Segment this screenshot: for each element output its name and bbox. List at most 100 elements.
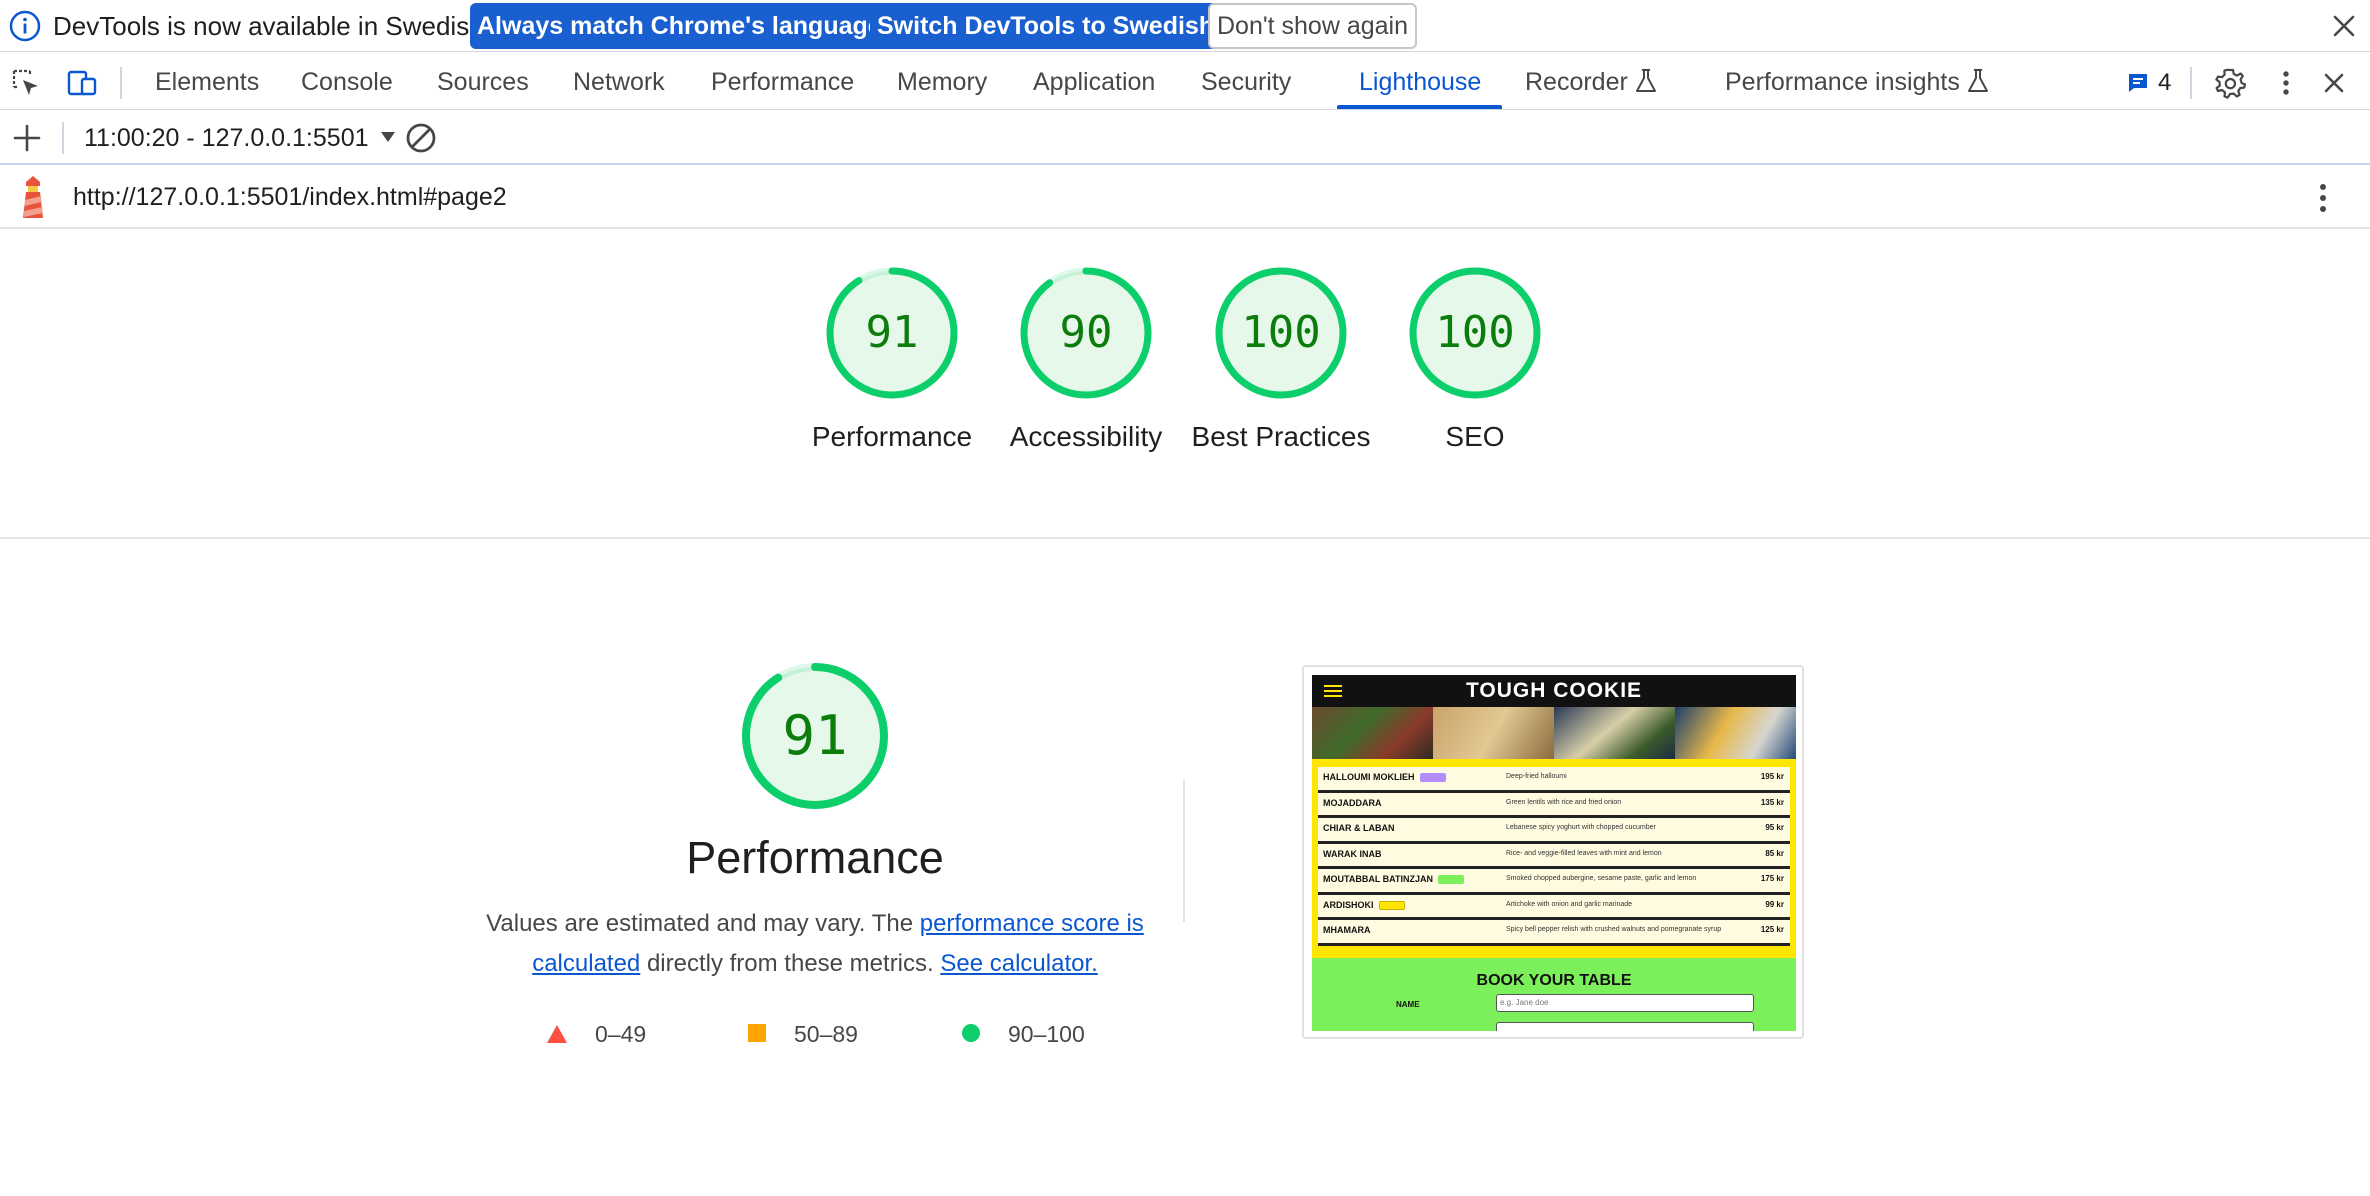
dont-show-again-button[interactable]: Don't show again	[1208, 3, 1418, 49]
close-devtools-icon[interactable]	[2318, 67, 2350, 99]
gauge-score: 90	[1059, 307, 1113, 358]
tab-application[interactable]: Application	[1033, 68, 1155, 97]
section-divider	[0, 537, 2370, 539]
menu-row: WARAK INAB Rice- and veggie-filled leaves…	[1318, 843, 1790, 869]
pass-circle-icon	[962, 1024, 980, 1042]
toolbar-divider	[120, 67, 122, 99]
see-calculator-link[interactable]: See calculator.	[940, 950, 1097, 977]
issues-count: 4	[2158, 69, 2172, 96]
desc-text: directly from these metrics.	[640, 950, 941, 977]
menu-item-price: 175 kr	[1760, 874, 1784, 883]
menu-item-name: ARDISHOKI	[1323, 899, 1374, 910]
report-url: http://127.0.0.1:5501/index.html#page2	[73, 183, 507, 211]
new-report-plus-icon[interactable]	[12, 123, 42, 153]
gauge-best-practices[interactable]: 100	[1214, 266, 1348, 400]
info-icon	[9, 10, 41, 42]
menu-item-price: 95 kr	[1765, 823, 1784, 832]
menu-item-name: WARAK INAB	[1323, 848, 1382, 859]
menu-item-desc: Smoked chopped aubergine, sesame paste, …	[1506, 875, 1697, 882]
report-menu-icon[interactable]	[2308, 180, 2338, 216]
report-selector[interactable]: 11:00:20 - 127.0.0.1:5501	[84, 124, 397, 153]
menu-tag	[1378, 900, 1405, 910]
issues-message-icon	[2129, 74, 2147, 92]
fail-triangle-icon	[547, 1025, 567, 1043]
settings-gear-icon[interactable]	[2214, 67, 2246, 99]
screenshot-image: TOUGH COOKIE HALLOUMI MOKLIEH Deep-fried …	[1312, 675, 1796, 1031]
gauge-score: 100	[1241, 307, 1321, 358]
site-header: TOUGH COOKIE	[1312, 675, 1796, 707]
desc-text: Values are estimated and may vary. The	[486, 910, 920, 937]
tab-performance-insights-label: Performance insights	[1725, 68, 1960, 96]
experimental-flask-icon	[1967, 69, 1988, 92]
clear-reports-icon[interactable]	[404, 121, 438, 155]
tab-network[interactable]: Network	[573, 68, 665, 97]
menu-item-name: MHAMARA	[1323, 925, 1371, 935]
tab-lighthouse[interactable]: Lighthouse	[1359, 68, 1481, 97]
menu-row: ARDISHOKI Artichoke with onion and garlic…	[1318, 894, 1790, 920]
menu-row: MHAMARA Spicy bell pepper relish with cru…	[1318, 920, 1790, 946]
vertical-divider	[1183, 780, 1185, 922]
menu-item-price: 99 kr	[1765, 899, 1784, 909]
menu-item-desc: Spicy bell pepper relish with crushed wa…	[1506, 926, 1722, 933]
switch-to-swedish-button[interactable]: Switch DevTools to Swedish	[870, 3, 1222, 49]
menu-item-desc: Lebanese spicy yoghurt with chopped cucu…	[1506, 824, 1656, 831]
average-square-icon	[748, 1024, 766, 1042]
name-label: NAME	[1396, 1000, 1420, 1009]
language-infobar: DevTools is now available in Swedish! Al…	[0, 0, 2370, 52]
tab-elements[interactable]: Elements	[155, 68, 259, 97]
tab-memory[interactable]: Memory	[897, 68, 987, 97]
active-tab-indicator	[1337, 105, 1502, 109]
final-screenshot[interactable]: TOUGH COOKIE HALLOUMI MOKLIEH Deep-fried …	[1302, 665, 1804, 1039]
gauge-accessibility[interactable]: 90	[1019, 266, 1153, 400]
food-photo-banner	[1312, 707, 1796, 759]
lighthouse-report-toolbar: 11:00:20 - 127.0.0.1:5501	[0, 111, 2370, 165]
gauge-performance[interactable]: 91	[825, 266, 959, 400]
tab-security[interactable]: Security	[1201, 68, 1291, 97]
menu-item-desc: Deep-fried halloumi	[1506, 773, 1567, 780]
more-options-icon[interactable]	[2270, 67, 2302, 99]
menu-tag	[1438, 875, 1464, 885]
menu-item-name: HALLOUMI MOKLIEH	[1323, 772, 1415, 782]
dropdown-arrow-icon	[380, 132, 395, 142]
infobar-message: DevTools is now available in Swedish!	[53, 11, 491, 41]
second-input	[1496, 1022, 1754, 1031]
lighthouse-logo-icon	[23, 176, 43, 218]
issues-counter[interactable]: 4	[2126, 69, 2171, 97]
inspect-element-icon[interactable]	[10, 67, 42, 99]
book-your-table-heading: BOOK YOUR TABLE	[1476, 972, 1632, 989]
gauge-label: Best Practices	[1191, 421, 1371, 452]
always-match-language-button[interactable]: Always match Chrome's language	[470, 3, 889, 49]
report-url-bar: http://127.0.0.1:5501/index.html#page2	[0, 166, 2370, 229]
close-infobar-icon[interactable]	[2328, 10, 2360, 42]
gauge-label: Accessibility	[1009, 421, 1163, 452]
menu-item-price: 125 kr	[1760, 925, 1784, 934]
menu-row: MOUTABBAL BATINZJAN Smoked chopped auberg…	[1318, 869, 1790, 895]
tab-recorder-label: Recorder	[1525, 68, 1628, 96]
device-toolbar-icon[interactable]	[66, 67, 98, 99]
menu-item-price: 135 kr	[1760, 797, 1784, 807]
tab-console[interactable]: Console	[301, 68, 393, 97]
tab-sources[interactable]: Sources	[437, 68, 529, 97]
tab-performance-insights[interactable]: Performance insights	[1725, 68, 1990, 97]
gauge-score: 91	[865, 307, 919, 358]
legend-pass: 90–100	[1008, 1021, 1085, 1047]
performance-score: 91	[782, 704, 848, 767]
gauge-label: SEO	[1445, 421, 1505, 452]
legend-fail: 0–49	[595, 1021, 647, 1047]
menu-item-name: MOJADDARA	[1323, 797, 1382, 808]
gauge-seo[interactable]: 100	[1408, 266, 1542, 400]
menu-row: CHIAR & LABAN Lebanese spicy yoghurt with…	[1318, 818, 1790, 844]
menu-item-price: 195 kr	[1760, 772, 1784, 781]
performance-description: Values are estimated and may vary. The p…	[480, 904, 1150, 984]
toolbar-divider	[2190, 67, 2192, 99]
menu-row: HALLOUMI MOKLIEH Deep-fried halloumi 195 k…	[1318, 767, 1790, 793]
menu-item-desc: Green lentils with rice and fried onion	[1506, 798, 1622, 806]
tab-recorder[interactable]: Recorder	[1525, 68, 1658, 97]
tab-performance[interactable]: Performance	[711, 68, 854, 97]
performance-title: Performance	[686, 832, 944, 883]
performance-big-gauge: 91	[740, 661, 890, 811]
toolbar-divider	[62, 122, 64, 154]
gauge-label: Performance	[811, 421, 973, 452]
menu-list: HALLOUMI MOKLIEH Deep-fried halloumi 195 k…	[1318, 767, 1790, 946]
menu-item-name: CHIAR & LABAN	[1323, 823, 1395, 833]
